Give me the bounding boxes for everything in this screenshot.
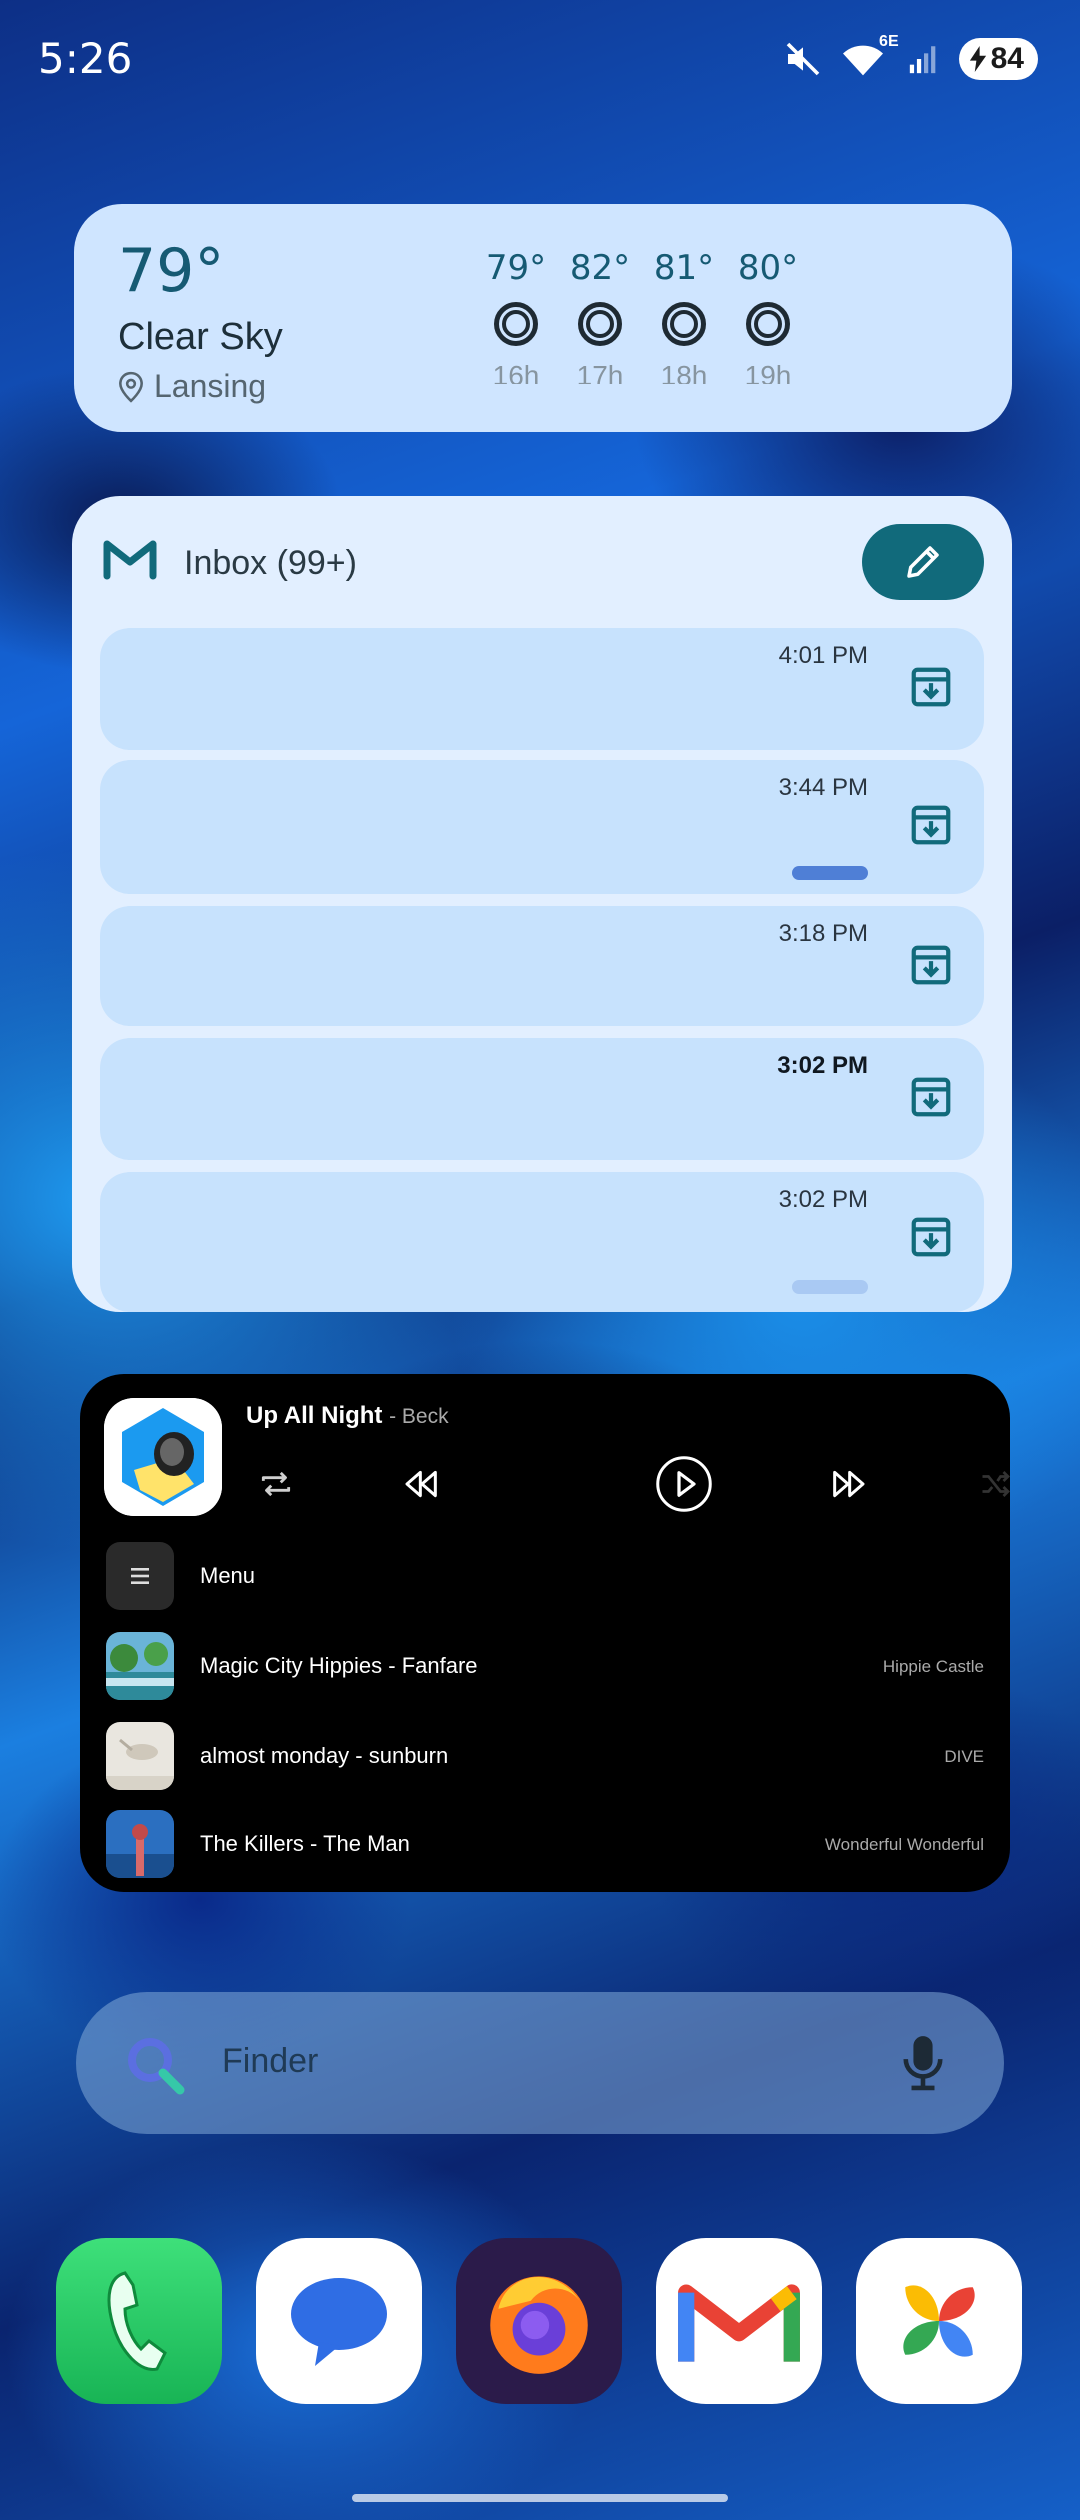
archive-icon[interactable] [908,664,954,710]
fast-forward-icon [833,1470,865,1498]
song-title: Up All Night [246,1402,383,1429]
repeat-button[interactable] [246,1454,306,1514]
search-placeholder: Finder [222,2042,319,2080]
forecast-hour: 80° 19h [732,248,804,384]
email-time: 3:02 PM [778,1186,868,1213]
status-bar: 5:26 6E 84 [0,0,1080,120]
attachment-indicator [792,1280,868,1294]
weather-condition: Clear Sky [118,316,283,358]
track-thumbnail [106,1632,174,1700]
email-row[interactable]: 3:02 PM [100,1038,984,1160]
forecast-time: 18h [660,360,708,384]
menu-icon [106,1542,174,1610]
email-row[interactable]: 3:02 PM [100,1172,984,1312]
queue-item[interactable]: The Killers - The Man Wonderful Wonderfu… [106,1810,986,1878]
phone-app-icon[interactable] [56,2238,222,2404]
compose-button[interactable] [862,524,984,600]
track-thumbnail [106,1722,174,1790]
email-time: 3:44 PM [778,774,868,801]
clear-sky-icon [578,302,622,346]
photos-app-icon[interactable] [856,2238,1022,2404]
forecast-time: 19h [744,360,792,384]
forecast-hour: 79° 16h [480,248,552,384]
rewind-icon [405,1470,437,1498]
track-name: almost monday - sunburn [200,1743,449,1768]
weather-location: Lansing [118,368,266,405]
track-name: The Killers - The Man [200,1831,410,1856]
gmail-logo-icon[interactable] [102,536,158,580]
hourly-forecast: 79° 16h 82° 17h 81° 18h 80° 19h [480,248,804,384]
charging-icon [969,46,986,72]
email-row[interactable]: 3:44 PM [100,760,984,894]
pencil-icon [907,546,939,578]
email-time: 3:18 PM [778,920,868,947]
weather-widget[interactable]: 79° Clear Sky Lansing 79° 16h 82° 17h 81… [74,204,1012,432]
wifi-icon: 6E [841,33,899,79]
next-button[interactable] [818,1454,878,1514]
forecast-temp: 81° [653,248,715,288]
inbox-title[interactable]: Inbox (99+) [184,544,357,583]
gmail-widget: Inbox (99+) 4:01 PM 3:44 PM 3:18 PM 3:02… [72,496,1012,1312]
clear-sky-icon [662,302,706,346]
clock: 5:26 [38,34,133,83]
battery-indicator: 84 [958,38,1038,80]
messages-app-icon[interactable] [256,2238,422,2404]
forecast-time: 16h [492,360,540,384]
now-playing: Up All Night - Beck [246,1402,449,1430]
archive-icon[interactable] [908,1214,954,1260]
mute-icon [786,42,819,76]
status-icons: 6E 84 [783,33,1038,80]
song-artist: - Beck [389,1405,449,1428]
repeat-icon [261,1471,291,1497]
track-album: Hippie Castle [882,1657,984,1676]
email-time: 4:01 PM [778,642,868,669]
playback-controls [246,1454,1010,1514]
gmail-app-icon[interactable] [656,2238,822,2404]
forecast-time: 17h [576,360,624,384]
music-player-widget: Up All Night - Beck Menu Magic City Hipp… [80,1374,1010,1892]
attachment-indicator [792,866,868,880]
search-icon [128,2038,185,2095]
play-button[interactable] [654,1454,714,1514]
gesture-nav-handle[interactable] [352,2494,728,2502]
track-name: Magic City Hippies - Fanfare [200,1653,478,1678]
track-album: DIVE [944,1747,984,1766]
forecast-temp: 80° [737,248,799,288]
archive-icon[interactable] [908,1074,954,1120]
forecast-hour: 82° 17h [564,248,636,384]
forecast-hour: 81° 18h [648,248,720,384]
current-temperature: 79° [118,236,225,306]
email-time: 3:02 PM [777,1052,868,1079]
finder-search-bar[interactable]: Finder [76,1992,1004,2134]
location-name: Lansing [154,368,267,404]
track-album: Wonderful Wonderful [824,1835,984,1854]
microphone-icon[interactable] [900,2032,946,2094]
previous-button[interactable] [392,1454,452,1514]
archive-icon[interactable] [908,942,954,988]
queue-item[interactable]: Magic City Hippies - Fanfare Hippie Cast… [106,1632,986,1700]
location-pin-icon [119,371,143,403]
email-row[interactable]: 4:01 PM [100,628,984,750]
email-row[interactable]: 3:18 PM [100,906,984,1026]
shuffle-button[interactable] [966,1454,1026,1514]
menu-label: Menu [200,1563,256,1588]
forecast-temp: 82° [569,248,631,288]
battery-level: 84 [990,42,1024,75]
gmail-header: Inbox (99+) [72,496,1012,626]
clear-sky-icon [746,302,790,346]
queue-item[interactable]: almost monday - sunburn DIVE [106,1722,986,1790]
track-thumbnail [106,1810,174,1878]
signal-icon [909,46,935,74]
firefox-app-icon[interactable] [456,2238,622,2404]
archive-icon[interactable] [908,802,954,848]
play-icon [656,1456,712,1512]
menu-item[interactable]: Menu [106,1542,986,1610]
shuffle-icon [982,1471,1010,1497]
forecast-temp: 79° [485,248,547,288]
network-label: 6E [879,33,899,50]
app-dock [56,2238,1024,2408]
clear-sky-icon [494,302,538,346]
album-art[interactable] [104,1398,222,1516]
